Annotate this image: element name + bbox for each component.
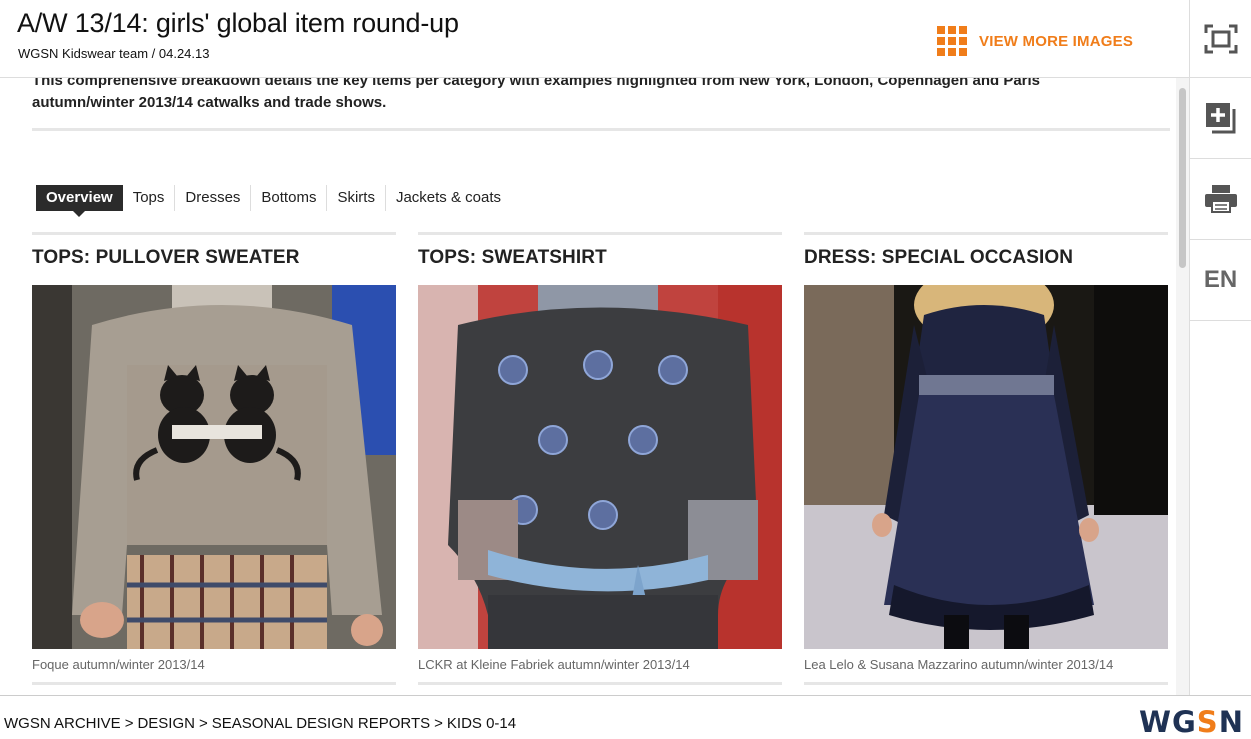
scrollbar-thumb[interactable] — [1179, 88, 1186, 268]
breadcrumb: WGSN ARCHIVE > DESIGN > SEASONAL DESIGN … — [4, 715, 516, 732]
divider — [32, 682, 396, 685]
breadcrumb-separator: > — [124, 715, 134, 732]
print-icon — [1204, 185, 1237, 213]
card-image[interactable] — [418, 285, 782, 649]
breadcrumb-seasonal-design-reports[interactable]: SEASONAL DESIGN REPORTS — [212, 715, 430, 732]
byline: WGSN Kidswear team / 04.24.13 — [18, 46, 210, 61]
divider — [804, 232, 1168, 235]
breadcrumb-kids[interactable]: KIDS 0-14 — [447, 715, 516, 732]
wgsn-logo[interactable]: WGSN — [1139, 705, 1244, 739]
logo-text-accent: S — [1196, 705, 1219, 739]
tab-bottoms[interactable]: Bottoms — [251, 185, 328, 211]
item-card: DRESS: SPECIAL OCCASION Lea Lelo & Susan… — [804, 232, 1168, 672]
card-title: TOPS: SWEATSHIRT — [418, 247, 607, 268]
tab-dresses[interactable]: Dresses — [175, 185, 252, 211]
divider — [32, 232, 396, 235]
image-caption: LCKR at Kleine Fabriek autumn/winter 201… — [418, 657, 690, 672]
view-more-images-label: VIEW MORE IMAGES — [979, 32, 1134, 50]
logo-text-suffix: N — [1218, 705, 1244, 739]
category-tabs: Overview Tops Dresses Bottoms Skirts Jac… — [36, 185, 511, 217]
view-more-images-button[interactable]: VIEW MORE IMAGES — [937, 26, 1133, 56]
fullscreen-button[interactable] — [1190, 0, 1251, 78]
breadcrumb-design[interactable]: DESIGN — [137, 715, 195, 732]
divider — [418, 232, 782, 235]
fullscreen-icon — [1204, 24, 1237, 53]
print-button[interactable] — [1190, 159, 1251, 240]
image-caption: Foque autumn/winter 2013/14 — [32, 657, 205, 672]
add-to-board-button[interactable] — [1190, 78, 1251, 159]
footer: WGSN ARCHIVE > DESIGN > SEASONAL DESIGN … — [0, 695, 1251, 739]
page-header: A/W 13/14: girls' global item round-up W… — [0, 0, 1189, 78]
add-to-board-icon — [1205, 103, 1235, 134]
tab-overview[interactable]: Overview — [36, 185, 123, 217]
scrollbar[interactable] — [1176, 78, 1189, 695]
logo-text-prefix: WG — [1139, 705, 1197, 739]
breadcrumb-archive[interactable]: WGSN ARCHIVE — [4, 715, 121, 732]
article-content: This comprehensive breakdown details the… — [0, 78, 1176, 695]
breadcrumb-separator: > — [434, 715, 443, 732]
grid-icon — [937, 26, 967, 56]
right-toolbar: EN — [1189, 0, 1251, 695]
item-card: TOPS: PULLOVER SWEATER Foque autumn/wint… — [32, 232, 396, 672]
intro-text: This comprehensive breakdown details the… — [32, 78, 1041, 111]
card-title: DRESS: SPECIAL OCCASION — [804, 247, 1074, 268]
breadcrumb-separator: > — [198, 715, 208, 732]
card-image[interactable] — [804, 285, 1168, 649]
image-caption: Lea Lelo & Susana Mazzarino autumn/winte… — [804, 657, 1114, 672]
tab-skirts[interactable]: Skirts — [327, 185, 386, 211]
divider — [32, 128, 1170, 131]
divider — [418, 682, 782, 685]
language-label: EN — [1203, 266, 1238, 293]
card-image[interactable] — [32, 285, 396, 649]
item-card: TOPS: SWEATSHIRT LCKR at Kleine Fabriek … — [418, 232, 782, 672]
language-button[interactable]: EN — [1190, 240, 1251, 321]
tab-tops[interactable]: Tops — [123, 185, 176, 211]
divider — [804, 682, 1168, 685]
tab-jackets-coats[interactable]: Jackets & coats — [386, 185, 511, 211]
card-title: TOPS: PULLOVER SWEATER — [32, 247, 300, 268]
page-title: A/W 13/14: girls' global item round-up — [17, 8, 459, 38]
